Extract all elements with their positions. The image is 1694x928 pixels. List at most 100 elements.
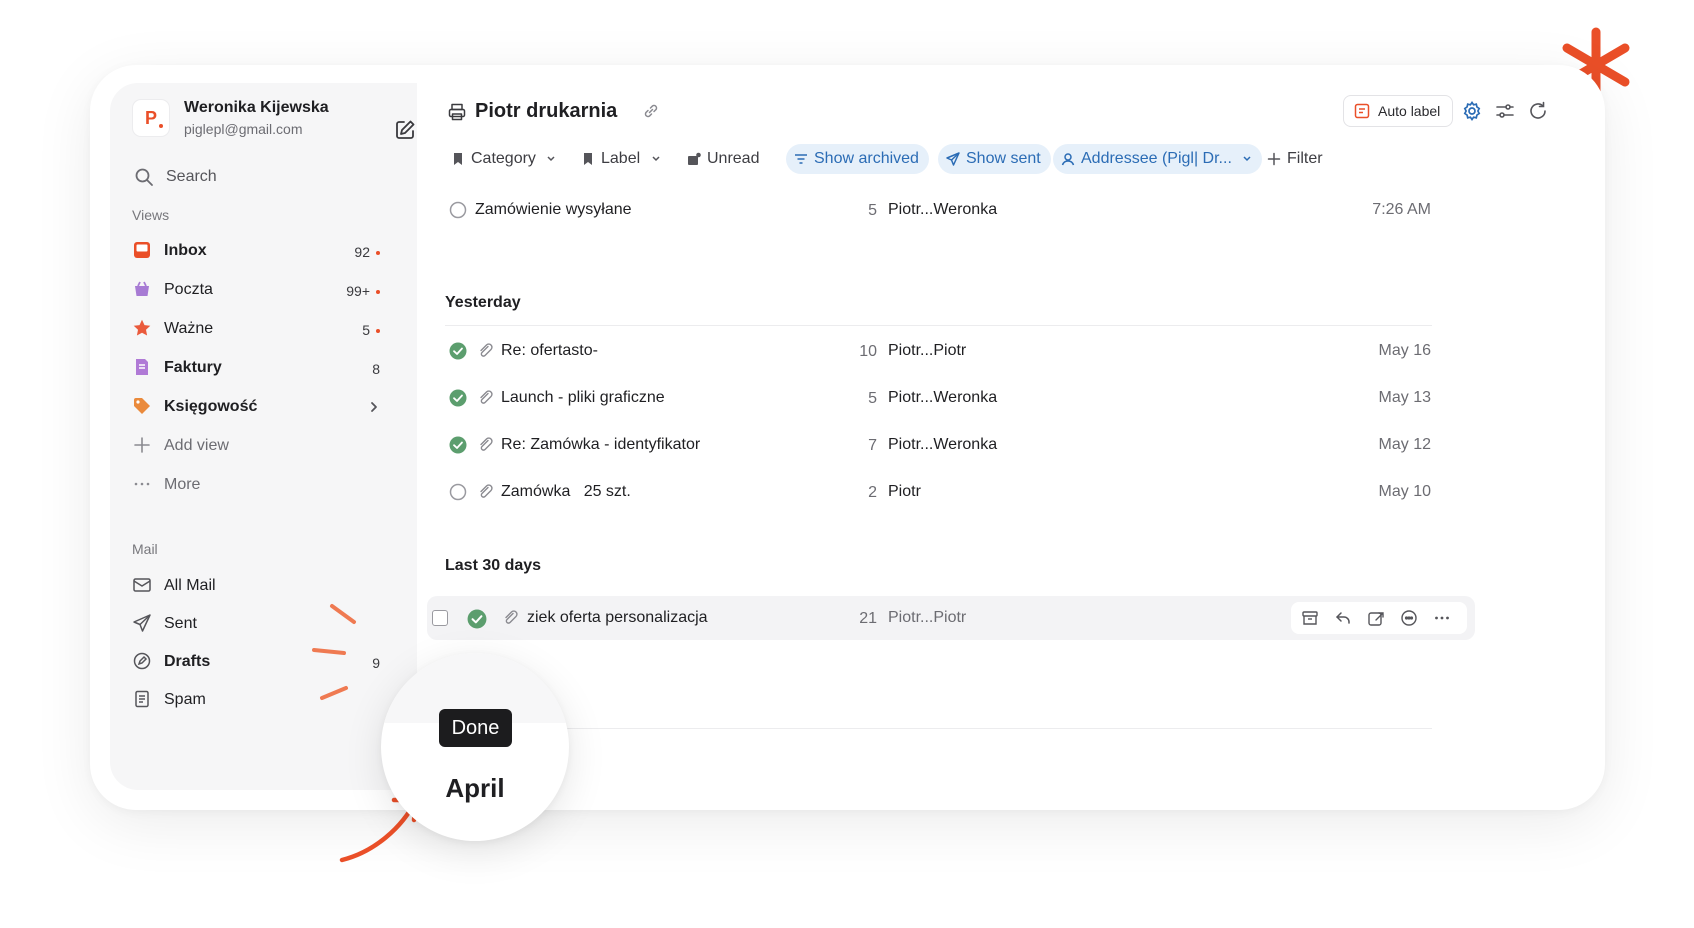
mail-section-label: Mail xyxy=(132,541,158,557)
sidebar-item-wazne[interactable]: Ważne 5 xyxy=(132,312,394,346)
more-actions-icon[interactable] xyxy=(1433,609,1451,627)
done-check-icon[interactable] xyxy=(449,389,467,407)
archive-icon[interactable] xyxy=(1301,609,1319,627)
sent-icon xyxy=(133,614,151,632)
add-view-button[interactable]: Add view xyxy=(132,429,394,463)
invoice-icon xyxy=(136,359,148,375)
mail-date: May 12 xyxy=(1378,436,1431,453)
plus-icon xyxy=(134,437,150,453)
show-sent-label: Show sent xyxy=(966,150,1041,167)
attachment-link-icon xyxy=(480,437,493,451)
mail-row[interactable]: Launch - pliki graficzne 5 Piotr...Weron… xyxy=(417,376,1517,420)
mail-row[interactable]: Zamówka 25 szt. 2 Piotr May 10 xyxy=(417,470,1517,514)
more-label: More xyxy=(164,476,201,493)
sidebar-item-inbox[interactable]: Inbox 92 xyxy=(132,234,394,268)
mail-participants: Piotr...Weronka xyxy=(888,389,998,406)
sidebar-item-count: 5 xyxy=(362,322,370,338)
sidebar-item-label: All Mail xyxy=(164,577,216,594)
chevron-right-icon[interactable] xyxy=(368,400,380,414)
reply-icon[interactable] xyxy=(1334,609,1352,627)
search-icon xyxy=(135,168,153,186)
compose-icon[interactable] xyxy=(394,119,416,141)
category-filter[interactable]: Category xyxy=(443,144,566,174)
basket-icon xyxy=(135,281,149,296)
mail-subject: Zamówka 25 szt. xyxy=(501,483,631,500)
magnifier-zoom-callout: Done April xyxy=(381,653,569,841)
sidebar-item-count: 8 xyxy=(372,361,380,377)
mail-row[interactable]: Re: ofertasto- 10 Piotr...Piotr May 16 xyxy=(417,329,1517,373)
star-icon xyxy=(133,319,151,336)
unchecked-circle-icon[interactable] xyxy=(449,483,467,501)
mail-thread-count: 7 xyxy=(868,437,877,454)
logo-dot xyxy=(159,124,163,128)
done-check-icon[interactable] xyxy=(449,342,467,360)
mail-date: May 10 xyxy=(1378,483,1431,500)
addressee-filter[interactable]: Addressee (Pigl| Dr... xyxy=(1053,144,1263,174)
sidebar-item-label: Faktury xyxy=(164,359,222,376)
done-check-icon[interactable] xyxy=(449,436,467,454)
attachment-link-icon xyxy=(505,610,518,624)
link-icon[interactable] xyxy=(642,102,660,120)
sidebar-item-label: Poczta xyxy=(164,281,213,298)
attachment-link-icon xyxy=(480,343,493,357)
person-icon xyxy=(1061,153,1075,166)
chevron-down-icon xyxy=(1243,156,1251,161)
row-select-checkbox[interactable] xyxy=(432,610,448,626)
mail-row[interactable]: Zamówienie wysyłane 5 Piotr...Weronka 7:… xyxy=(417,188,1517,232)
sidebar-item-poczta[interactable]: Poczta 99+ xyxy=(132,273,394,307)
done-check-icon[interactable] xyxy=(467,609,487,629)
show-archived-filter[interactable]: Show archived xyxy=(786,144,929,174)
label-filter-label: Label xyxy=(601,150,641,167)
sliders-icon[interactable] xyxy=(1494,100,1516,122)
mail-subject: Re: ofertasto- xyxy=(501,342,598,359)
category-filter-label: Category xyxy=(471,150,536,167)
page-title: Piotr drukarnia xyxy=(475,100,618,122)
spam-icon xyxy=(135,690,149,708)
auto-label-text: Auto label xyxy=(1378,103,1441,119)
sidebar-item-all-mail[interactable]: All Mail xyxy=(132,569,394,603)
search-label: Search xyxy=(166,168,217,185)
mail-subject: Zamówienie wysyłane xyxy=(475,201,632,218)
attachment-icon xyxy=(480,484,493,498)
add-filter-label: Filter xyxy=(1287,150,1323,167)
mail-row-hovered[interactable]: ziek oferta personalizacja 21 Piotr...Pi… xyxy=(427,596,1475,640)
sidebar-item-ksiegowosc[interactable]: Księgowość xyxy=(132,390,394,424)
auto-label-button[interactable]: Auto label xyxy=(1343,95,1454,127)
mail-participants: Piotr...Weronka xyxy=(888,201,998,218)
ellipsis-icon xyxy=(134,482,150,486)
refresh-icon[interactable] xyxy=(1527,100,1549,122)
add-filter-button[interactable]: Filter xyxy=(1259,144,1333,174)
mail-subject: Launch - pliki graficzne xyxy=(501,389,665,406)
move-to-icon[interactable] xyxy=(1367,609,1385,627)
printer-icon xyxy=(448,103,466,121)
views-section-label: Views xyxy=(132,207,170,223)
sent-icon xyxy=(946,152,960,166)
account-switcher[interactable]: P Weronika Kijewska piglepl@gmail.com xyxy=(132,97,415,143)
sidebar-item-label: Księgowość xyxy=(164,398,258,415)
mail-participants: Piotr xyxy=(888,483,921,500)
archive-icon xyxy=(795,154,807,164)
unchecked-circle-icon[interactable] xyxy=(449,201,467,219)
mail-subject: ziek oferta personalizacja xyxy=(527,609,708,626)
bookmark-icon xyxy=(584,153,592,165)
sidebar-item-faktury[interactable]: Faktury 8 xyxy=(132,351,394,385)
mail-participants: Piotr...Piotr xyxy=(888,609,967,626)
mail-date: May 16 xyxy=(1378,342,1431,359)
settings-gear-icon[interactable] xyxy=(1461,100,1483,122)
label-filter[interactable]: Label xyxy=(573,144,671,174)
group-header-april: April xyxy=(445,773,505,803)
sidebar-item-label: Inbox xyxy=(164,242,207,259)
row-action-bar xyxy=(1291,602,1467,634)
unread-dot xyxy=(376,329,380,333)
sidebar-item-count: 92 xyxy=(354,244,370,260)
snooze-icon[interactable] xyxy=(1400,609,1418,627)
more-button[interactable]: More xyxy=(132,468,394,502)
search-button[interactable]: Search xyxy=(134,165,394,189)
show-archived-label: Show archived xyxy=(814,150,919,167)
sidebar-item-label: Sent xyxy=(164,615,197,632)
sidebar-item-label: Spam xyxy=(164,691,206,708)
unread-filter[interactable]: Unread xyxy=(679,144,769,174)
show-sent-filter[interactable]: Show sent xyxy=(938,144,1051,174)
mail-row[interactable]: Re: Zamówka - identyfikator 7 Piotr...We… xyxy=(417,423,1517,467)
mail-participants: Piotr...Weronka xyxy=(888,436,998,453)
